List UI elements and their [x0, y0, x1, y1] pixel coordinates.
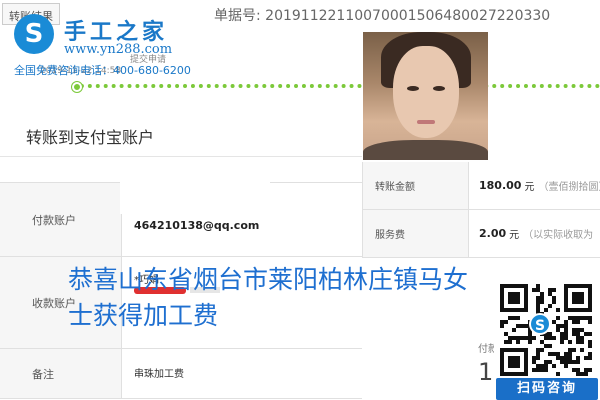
remark-row: 备注 串珠加工费: [0, 349, 362, 399]
qr-logo-icon: S: [529, 313, 551, 335]
fee-row: 服务费 2.00 元 （以实际收取为: [363, 210, 600, 258]
logo-url: www.yn288.com: [64, 42, 173, 57]
logo-icon: S: [14, 14, 54, 54]
photo-shoulder: [363, 140, 488, 160]
amount-unit: 元: [524, 182, 535, 193]
amount-value-cell: 180.00 元 （壹佰捌拾圆）: [479, 162, 600, 209]
brand-logo: S 手工之家 www.yn288.com 全国免费咨询电话：400-680-62…: [8, 8, 218, 78]
redaction-blur: [120, 160, 270, 214]
photo-mouth: [417, 120, 435, 124]
receipt-number: 单据号: 20191122110070001506480027220330: [214, 8, 551, 24]
amount-value: 180.00: [479, 179, 522, 192]
payer-label: 付款账户: [0, 183, 122, 256]
logo-hotline: 全国免费咨询电话：400-680-6200: [14, 64, 191, 77]
title-divider: [0, 156, 362, 157]
qr-panel[interactable]: S 扫码咨询: [494, 278, 600, 400]
fee-note: （以实际收取为: [523, 230, 594, 241]
amount-table: 转账金额 180.00 元 （壹佰捌拾圆） 服务费 2.00 元 （以实际收取为: [362, 162, 600, 258]
remark-value-cell: 串珠加工费: [122, 349, 362, 398]
photo-eye-right: [433, 86, 445, 91]
remark-value: 串珠加工费: [134, 369, 184, 380]
progress-track: [72, 84, 600, 90]
congrats-caption: 恭喜山东省烟台市莱阳柏林庄镇马女士获得加工费: [68, 265, 469, 330]
progress-step-dot: [72, 82, 82, 92]
amount-label: 转账金额: [363, 162, 469, 209]
scan-consult-button[interactable]: 扫码咨询: [496, 378, 598, 400]
amount-row: 转账金额 180.00 元 （壹佰捌拾圆）: [363, 162, 600, 210]
page-title: 转账到支付宝账户: [26, 128, 155, 147]
fee-value-cell: 2.00 元 （以实际收取为: [479, 210, 593, 257]
fee-value: 2.00: [479, 227, 507, 240]
photo-eye-left: [407, 86, 419, 91]
remark-label: 备注: [0, 349, 122, 398]
payer-email: 464210138@qq.com: [134, 219, 260, 232]
amount-note: （壹佰捌拾圆）: [538, 182, 600, 193]
fee-label: 服务费: [363, 210, 469, 257]
fee-unit: 元: [509, 230, 520, 241]
person-photo: [363, 32, 488, 160]
photo-face: [393, 46, 459, 138]
